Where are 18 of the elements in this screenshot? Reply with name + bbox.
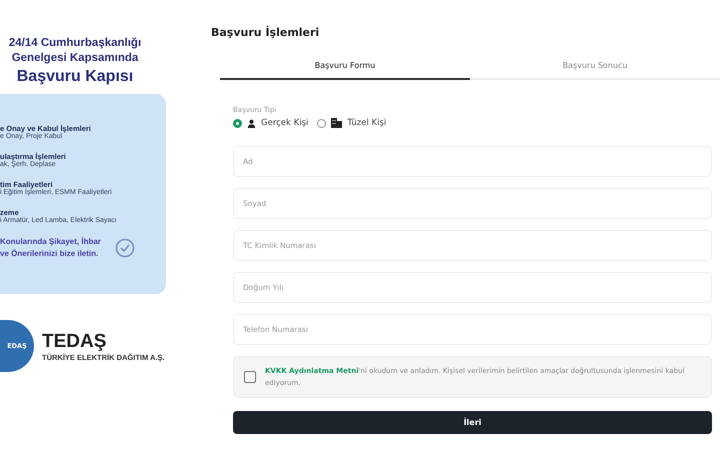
check-circle-icon [114,238,135,258]
radio-button[interactable] [233,118,242,128]
banner-note: ve Önerilerinizi bize iletin. [0,248,100,260]
logo-name: TEDAŞ [42,330,108,352]
radio-label: Gerçek Kişi [261,118,308,128]
radio-label: Tüzel Kişi [347,118,386,128]
next-button[interactable]: İleri [233,411,712,434]
banner-title: 24/14 Cumhurbaşkanlığı [8,36,142,51]
radio-button[interactable] [317,118,326,128]
building-icon [331,118,342,128]
banner-note: Konularında Şikayet, İhbar [0,236,101,248]
banner-title: Genelgesi Kapsamında [10,51,140,66]
tab[interactable]: Başvuru Sonucu [470,61,720,80]
banner-subtitle: Başvuru Kapısı [16,68,134,86]
checkbox[interactable] [244,371,256,383]
tab[interactable]: Başvuru Formu [220,61,470,80]
page-title: Başvuru İşlemleri [211,26,320,39]
person-icon [247,118,256,128]
